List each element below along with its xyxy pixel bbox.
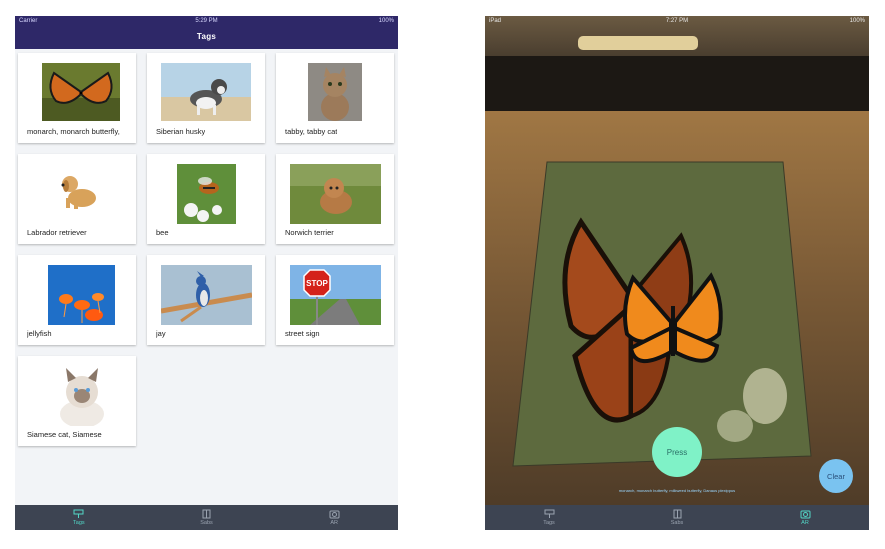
tab-bar: Tags Sabs AR (485, 505, 869, 530)
classification-caption: monarch, monarch butterfly, milkweed but… (618, 488, 736, 493)
tab-bar: Tags Sabs AR (15, 505, 398, 530)
tag-card-tabby[interactable]: tabby, tabby cat (276, 53, 394, 143)
siamese-cat-image (48, 364, 116, 426)
husky-image (161, 63, 251, 121)
tag-card-siamese[interactable]: Siamese cat, Siamese (18, 356, 136, 446)
tag-card-street-sign[interactable]: STOP street sign (276, 255, 394, 345)
carrier-label: Carrier (19, 18, 38, 24)
tag-card-jellyfish[interactable]: jellyfish (18, 255, 136, 345)
monarch-butterfly-image (42, 63, 120, 121)
status-bar: Carrier 5:29 PM 100% (15, 16, 398, 26)
tab-label: Sabs (200, 520, 213, 526)
tag-card-monarch[interactable]: monarch, monarch butterfly, (18, 53, 136, 143)
tabby-cat-image (308, 63, 362, 121)
labrador-image (52, 168, 102, 212)
tab-tags[interactable]: Tags (15, 505, 143, 530)
ar-screen: iPad 7:27 PM 100% Press Clear monarch, m… (485, 16, 869, 530)
svg-text:STOP: STOP (306, 279, 328, 288)
navigation-bar: Carrier 5:29 PM 100% Tags (15, 16, 398, 49)
tag-label: jellyfish (27, 329, 52, 338)
tag-label: Norwich terrier (285, 228, 334, 237)
camera-icon (329, 510, 340, 519)
camera-icon (800, 510, 810, 519)
tag-card-labrador[interactable]: Labrador retriever (18, 154, 136, 244)
book-icon (673, 509, 681, 519)
tab-ar[interactable]: AR (741, 505, 869, 530)
blue-jay-image (161, 265, 252, 325)
press-button[interactable]: Press (652, 427, 702, 477)
tab-label: Tags (73, 520, 85, 526)
tab-sabs[interactable]: Sabs (143, 505, 271, 530)
book-icon (202, 509, 211, 519)
status-time: 5:29 PM (195, 18, 218, 24)
tab-label: AR (801, 520, 809, 526)
tags-screen: Carrier 5:29 PM 100% Tags monarch, monar… (15, 16, 398, 530)
tag-label: street sign (285, 329, 320, 338)
tab-sabs[interactable]: Sabs (613, 505, 741, 530)
tag-icon (544, 509, 554, 518)
tag-card-bee[interactable]: bee (147, 154, 265, 244)
tag-card-norwich-terrier[interactable]: Norwich terrier (276, 154, 394, 244)
page-title: Tags (196, 32, 217, 41)
tab-ar[interactable]: AR (270, 505, 398, 530)
tag-label: Siberian husky (156, 127, 206, 136)
tag-card-jay[interactable]: jay (147, 255, 265, 345)
jellyfish-image (48, 265, 115, 325)
tab-tags[interactable]: Tags (485, 505, 613, 530)
tag-label: tabby, tabby cat (285, 127, 338, 136)
bee-image (177, 164, 236, 224)
battery-level: 100% (378, 18, 394, 24)
tag-label: bee (156, 228, 169, 237)
stop-sign-image: STOP (290, 265, 381, 325)
tag-label: Siamese cat, Siamese (27, 430, 102, 439)
tag-card-husky[interactable]: Siberian husky (147, 53, 265, 143)
tag-icon (73, 509, 84, 518)
tab-label: Sabs (670, 520, 684, 526)
tag-label: jay (156, 329, 166, 338)
tag-label: monarch, monarch butterfly, (27, 127, 120, 136)
norwich-terrier-image (290, 164, 381, 224)
tag-label: Labrador retriever (27, 228, 87, 237)
tab-label: Tags (543, 520, 555, 526)
tab-label: AR (330, 520, 338, 526)
